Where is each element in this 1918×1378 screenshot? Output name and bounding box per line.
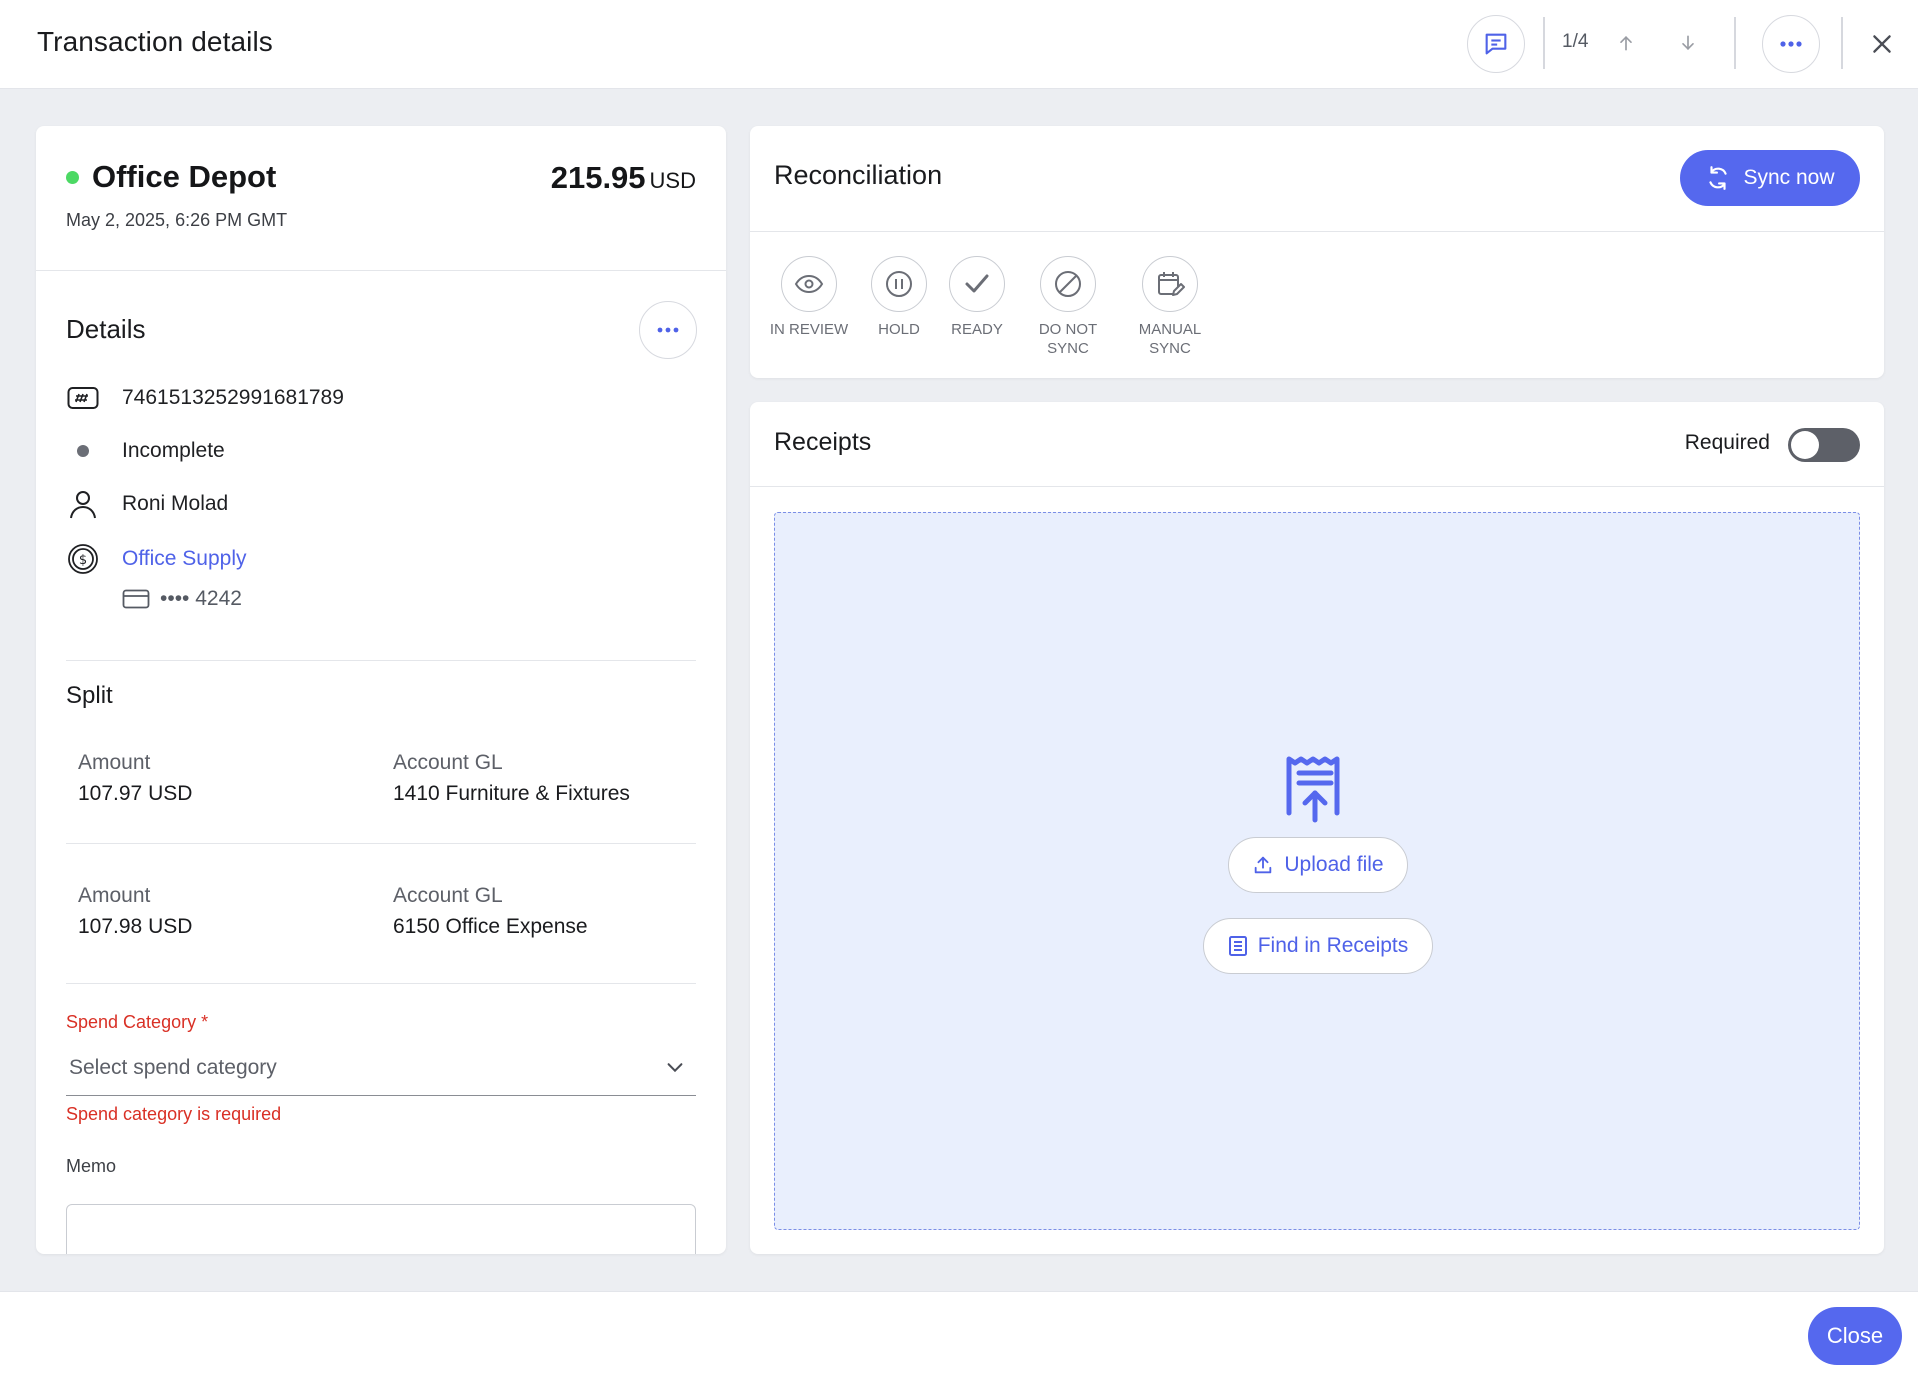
step-do-not-sync[interactable]: DO NOT SYNC: [1018, 256, 1118, 358]
status-dot: [66, 170, 79, 184]
split-amount-value: 107.97 USD: [78, 782, 193, 805]
id-card-icon: [66, 381, 100, 415]
spend-category-label: Spend Category *: [66, 1012, 209, 1032]
split-title: Split: [66, 682, 113, 709]
card-program-link[interactable]: Office Supply: [122, 547, 247, 571]
find-in-receipts-label: Find in Receipts: [1257, 934, 1409, 957]
previous-button[interactable]: [1611, 28, 1641, 58]
amount-currency: USD: [649, 168, 696, 193]
list-document-icon: [1228, 936, 1247, 956]
dollar-coin-icon: $: [66, 542, 100, 576]
memo-input[interactable]: [66, 1204, 696, 1254]
block-icon: [1040, 256, 1096, 312]
user-row: Roni Molad: [66, 487, 228, 521]
arrow-up-icon: [1620, 35, 1632, 51]
status-text: Incomplete: [122, 439, 225, 462]
details-more-button[interactable]: [639, 301, 697, 359]
divider: [36, 270, 726, 271]
spend-category-select[interactable]: Select spend category: [66, 1044, 696, 1096]
find-in-receipts-button[interactable]: Find in Receipts: [1203, 918, 1433, 974]
transaction-card: Office Depot 215.95 USD May 2, 2025, 6:26…: [36, 126, 726, 1254]
sync-now-label: Sync now: [1743, 166, 1835, 189]
merchant-name: Office Depot: [92, 159, 277, 194]
close-icon: [1873, 35, 1891, 53]
required-toggle[interactable]: [1788, 428, 1860, 462]
details-title: Details: [66, 314, 146, 344]
sync-icon: [1709, 166, 1728, 190]
footer-bar: Close: [0, 1291, 1918, 1378]
step-manual-sync[interactable]: MANUAL SYNC: [1120, 256, 1220, 358]
divider: [750, 231, 1884, 232]
calendar-edit-icon: [1142, 256, 1198, 312]
sync-now-button[interactable]: Sync now: [1680, 150, 1860, 206]
toggle-knob: [1791, 431, 1819, 459]
separator: [1734, 17, 1736, 69]
step-label: MANUAL SYNC: [1138, 321, 1202, 357]
transaction-amount: 215.95 USD: [551, 160, 696, 196]
close-button[interactable]: Close: [1808, 1307, 1902, 1365]
split-gl-label: Account GL: [393, 884, 503, 907]
header-bar: Transaction details 1/4: [0, 0, 1918, 89]
spend-category-error: Spend category is required: [66, 1104, 282, 1124]
upload-file-button[interactable]: Upload file: [1228, 837, 1408, 893]
upload-file-label: Upload file: [1284, 853, 1384, 876]
split-gl-value: 1410 Furniture & Fixtures: [393, 782, 630, 805]
spend-category-placeholder: Select spend category: [69, 1056, 277, 1079]
split-gl-value: 6150 Office Expense: [393, 915, 588, 938]
more-horizontal-icon: [1780, 41, 1802, 47]
split-amount-label: Amount: [78, 751, 151, 774]
step-label: IN REVIEW: [769, 321, 849, 338]
arrow-down-icon: [1682, 35, 1694, 51]
receipt-dropzone[interactable]: Upload file Find in Receipts: [774, 512, 1860, 1230]
merchant-row: Office Depot: [66, 159, 276, 195]
receipt-upload-icon: [1283, 753, 1347, 828]
separator: [1841, 17, 1843, 69]
user-icon: [66, 487, 100, 521]
split-amount-label: Amount: [78, 884, 151, 907]
comment-button[interactable]: [1467, 15, 1525, 73]
upload-icon: [1255, 856, 1272, 874]
comment-icon: [1485, 33, 1507, 55]
separator: [1543, 17, 1545, 69]
transaction-id: 7461513252991681789: [122, 386, 344, 409]
reconciliation-card: Reconciliation Sync now IN REVIEW HOLD R…: [750, 126, 1884, 378]
divider: [66, 983, 696, 984]
amount-value: 215.95: [550, 160, 646, 195]
step-label: READY: [951, 321, 1003, 338]
card-program-row[interactable]: $ Office Supply: [66, 542, 247, 576]
more-options-button[interactable]: [1762, 15, 1820, 73]
split-amount-value: 107.98 USD: [78, 915, 193, 938]
transaction-date: May 2, 2025, 6:26 PM GMT: [66, 210, 288, 230]
svg-text:$: $: [79, 553, 87, 568]
reconciliation-title: Reconciliation: [774, 160, 943, 190]
transaction-id-row: 7461513252991681789: [66, 381, 344, 415]
step-label: DO NOT SYNC: [1038, 321, 1098, 357]
receipts-card: Receipts Required Upload file Find in Re…: [750, 402, 1884, 1254]
card-mask: •••• 4242: [160, 587, 242, 610]
divider: [750, 486, 1884, 487]
divider: [66, 843, 696, 844]
page-title: Transaction details: [37, 26, 273, 57]
receipts-title: Receipts: [774, 428, 872, 456]
check-icon: [949, 256, 1005, 312]
step-in-review[interactable]: IN REVIEW: [759, 256, 859, 339]
more-horizontal-icon: [657, 327, 679, 333]
eye-icon: [781, 256, 837, 312]
user-name: Roni Molad: [122, 492, 229, 515]
status-row: Incomplete: [66, 434, 225, 468]
close-x-button[interactable]: [1866, 28, 1898, 60]
required-label: Required: [1684, 431, 1770, 454]
chevron-down-icon: [664, 1056, 686, 1083]
card-number: •••• 4242: [122, 587, 242, 611]
status-dot-icon: [66, 434, 100, 468]
memo-label: Memo: [66, 1156, 117, 1176]
step-ready[interactable]: READY: [927, 256, 1027, 339]
credit-card-icon: [122, 589, 150, 609]
split-gl-label: Account GL: [393, 751, 503, 774]
divider: [66, 660, 696, 661]
pause-icon: [871, 256, 927, 312]
next-button[interactable]: [1673, 28, 1703, 58]
pager-count: 1/4: [1562, 31, 1589, 52]
